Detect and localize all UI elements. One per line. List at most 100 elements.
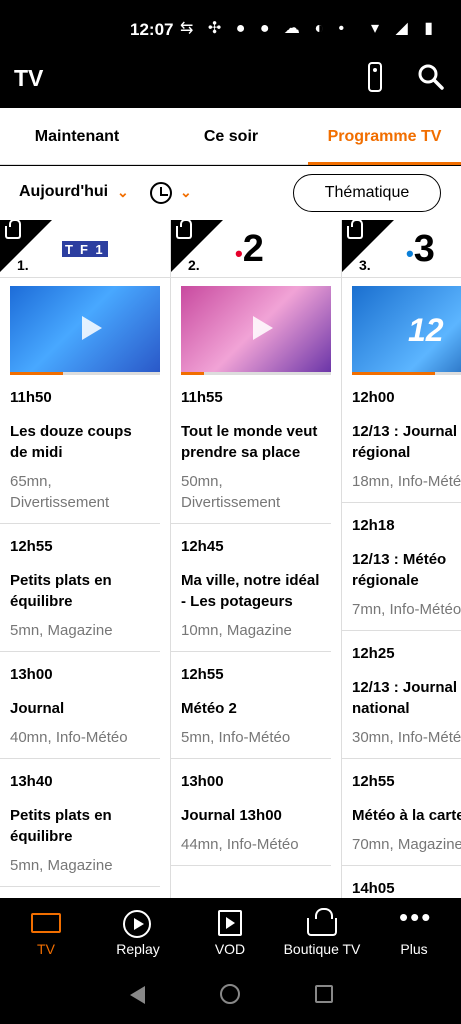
channel-number: 1. (17, 257, 29, 273)
program-item[interactable]: 12h55 Petits plats en équilibre 5mn, Mag… (0, 524, 160, 652)
program-item[interactable]: 11h50 Les douze coups de midi 65mn, Dive… (0, 375, 160, 524)
program-item[interactable]: 12h00 12/13 : Journal régional 18mn, Inf… (342, 375, 461, 503)
recents-icon[interactable] (315, 985, 333, 1003)
program-meta: 5mn, Magazine (10, 622, 113, 639)
program-meta: 70mn, Magazine (352, 836, 461, 853)
program-time: 13h40 (10, 773, 53, 790)
nav-label: VOD (214, 941, 246, 957)
program-time: 12h18 (352, 517, 395, 534)
program-meta: 44mn, Info-Météo (181, 836, 299, 853)
notification-icons: ⇆ ✣ ● ● ☁ ◐ • (180, 20, 350, 37)
program-meta: 50mn, Divertissement (181, 473, 281, 511)
program-time: 12h55 (181, 666, 224, 683)
program-meta: 65mn, Divertissement (10, 473, 110, 511)
clock-icon[interactable] (150, 182, 172, 204)
program-title: Tout le monde veut prendre sa place (181, 423, 318, 461)
france3-logo: •3 (406, 228, 435, 270)
vod-icon (218, 910, 242, 936)
more-icon: ••• (399, 902, 433, 932)
thumbnail-overlay-text: 12 (408, 312, 444, 348)
program-thumbnail[interactable] (10, 286, 160, 372)
system-nav-bar (0, 964, 461, 1024)
program-time: 12h55 (10, 538, 53, 555)
tv-icon (31, 913, 61, 933)
system-icons: ▾ ◢ ▮ (370, 20, 439, 37)
france2-logo: •2 (235, 228, 264, 270)
shop-icon (307, 908, 337, 936)
program-time: 13h00 (10, 666, 53, 683)
channel-header[interactable]: 1. TF1 (0, 220, 170, 278)
progress-bar (10, 372, 160, 375)
search-icon[interactable] (418, 64, 444, 90)
program-meta: 10mn, Magazine (181, 622, 292, 639)
program-item[interactable]: 13h00 Journal 13h00 44mn, Info-Météo (171, 759, 331, 866)
program-title: Petits plats en équilibre (10, 572, 112, 610)
program-item[interactable]: 12h55 Météo à la carte 70mn, Magazine (342, 759, 461, 866)
chevron-down-icon[interactable]: ⌄ (117, 184, 129, 201)
nav-label: Boutique TV (283, 941, 361, 957)
status-time: 12:07 (130, 20, 174, 39)
program-item[interactable]: 12h18 12/13 : Météo régionale 7mn, Info-… (342, 503, 461, 631)
program-title: Journal (10, 700, 65, 717)
tab-programme-tv[interactable]: Programme TV (308, 108, 461, 165)
program-title: 12/13 : Météo régionale (352, 551, 447, 589)
program-title: 12/13 : Journal régional (352, 423, 458, 461)
program-item[interactable]: 12h25 12/13 : Journal national 30mn, Inf… (342, 631, 461, 759)
nav-label: Replay (116, 941, 160, 957)
program-meta: 5mn, Info-Météo (181, 729, 291, 746)
program-item[interactable]: 12h45 Ma ville, notre idéal - Les potage… (171, 524, 331, 652)
replay-icon (123, 910, 151, 938)
program-time: 12h25 (352, 645, 395, 662)
program-time: 13h00 (181, 773, 224, 790)
channel-number: 2. (188, 257, 200, 273)
basket-icon (347, 220, 363, 239)
program-item[interactable]: 13h40 Petits plats en équilibre 5mn, Mag… (0, 759, 160, 887)
program-meta: 30mn, Info-Météo (352, 729, 461, 746)
progress-bar (181, 372, 331, 375)
tab-ce-soir[interactable]: Ce soir (154, 108, 308, 165)
program-thumbnail[interactable] (181, 286, 331, 372)
program-item[interactable]: 13h00 Journal 40mn, Info-Météo (0, 652, 160, 759)
program-title: 12/13 : Journal national (352, 679, 458, 717)
app-bar: TV (0, 56, 461, 108)
basket-icon (176, 220, 192, 239)
chevron-down-icon[interactable]: ⌄ (180, 184, 192, 201)
back-icon[interactable] (130, 986, 145, 1004)
program-meta: 40mn, Info-Météo (10, 729, 128, 746)
program-thumbnail[interactable]: 12 (352, 286, 461, 372)
program-time: 12h55 (352, 773, 395, 790)
bottom-nav: TV Replay VOD Boutique TV ••• Plus (0, 898, 461, 964)
app-title: TV (14, 65, 44, 91)
channel-header[interactable]: 3. •3 (342, 220, 461, 278)
program-title: Petits plats en équilibre (10, 807, 112, 845)
program-time: 12h45 (181, 538, 224, 555)
nav-replay[interactable]: Replay (92, 898, 184, 964)
program-item[interactable]: 12h55 Météo 2 5mn, Info-Météo (171, 652, 331, 759)
program-meta: 5mn, Magazine (10, 857, 113, 874)
program-meta: 7mn, Info-Météo (352, 601, 461, 618)
channel-number: 3. (359, 257, 371, 273)
tf1-logo: TF1 (62, 241, 108, 257)
thematique-button[interactable]: Thématique (293, 174, 441, 212)
program-title: Météo à la carte (352, 807, 461, 824)
channel-header[interactable]: 2. •2 (171, 220, 341, 278)
nav-boutique-tv[interactable]: Boutique TV (276, 898, 368, 964)
program-item[interactable]: 11h55 Tout le monde veut prendre sa plac… (171, 375, 331, 524)
home-icon[interactable] (220, 984, 240, 1004)
channel-column: 3. •3 12 12h00 12/13 : Journal régional … (342, 220, 461, 898)
progress-bar (352, 372, 461, 375)
nav-label: TV (37, 941, 55, 957)
nav-plus[interactable]: ••• Plus (368, 898, 460, 964)
day-selector[interactable]: Aujourd'hui (19, 183, 108, 201)
nav-vod[interactable]: VOD (184, 898, 276, 964)
program-item[interactable]: 14h05 (342, 866, 461, 898)
program-title: Ma ville, notre idéal - Les potageurs (181, 572, 320, 610)
remote-icon[interactable] (368, 62, 382, 92)
program-time: 11h50 (10, 389, 52, 406)
tab-maintenant[interactable]: Maintenant (0, 108, 154, 165)
play-icon (253, 316, 273, 340)
program-title: Météo 2 (181, 700, 237, 717)
nav-tv[interactable]: TV (0, 898, 92, 964)
program-grid: 1. TF1 11h50 Les douze coups de midi 65m… (0, 220, 461, 898)
program-title: Les douze coups de midi (10, 423, 132, 461)
